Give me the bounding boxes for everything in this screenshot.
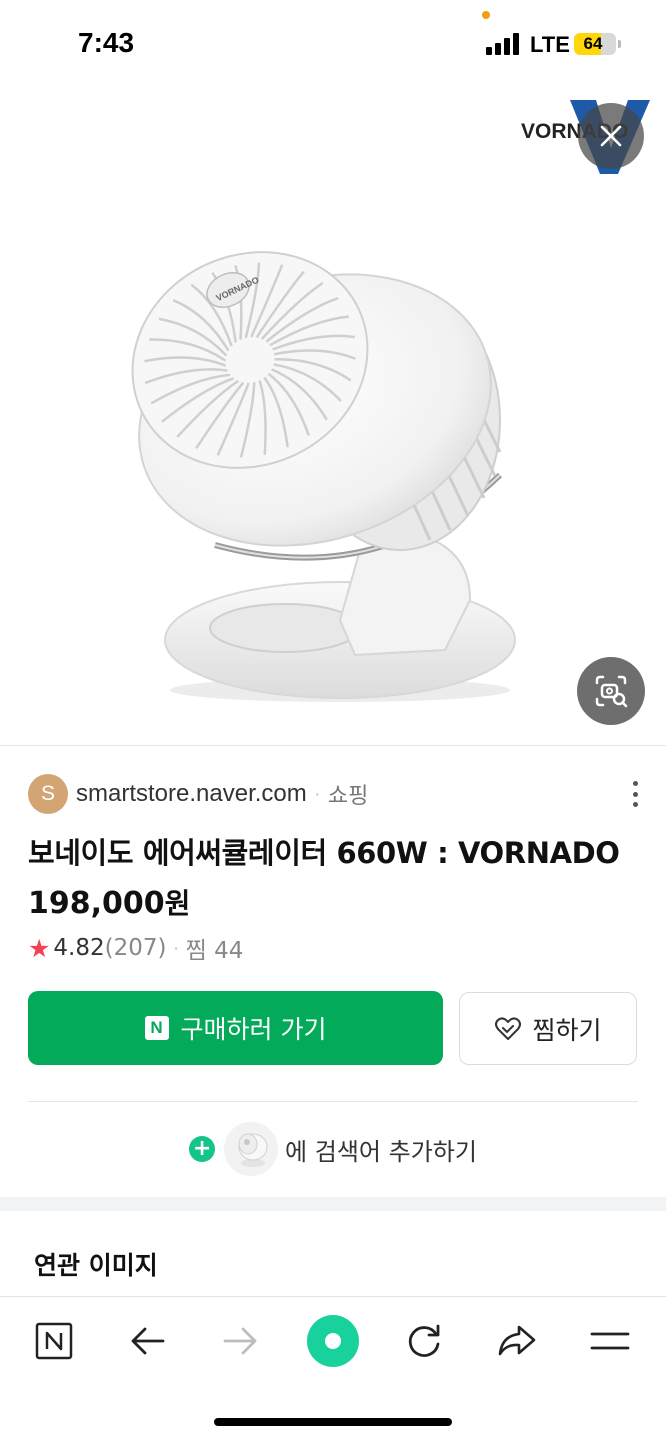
related-images-title: 연관 이미지 xyxy=(34,1251,158,1280)
add-search-term-button[interactable]: + 에 검색어 추가하기 xyxy=(0,1122,666,1176)
wish-button-label: 찜하기 xyxy=(532,1015,602,1045)
source-row[interactable]: S smartstore.naver.com · 쇼핑 xyxy=(28,773,368,815)
product-title[interactable]: 보네이도 에어써큘레이터 660W : VORNADO xyxy=(28,830,620,872)
home-indicator[interactable] xyxy=(214,1418,452,1426)
source-separator: · xyxy=(314,784,320,804)
green-dot-icon xyxy=(307,1315,359,1367)
nav-forward[interactable] xyxy=(210,1311,270,1371)
status-bar: 7:43 LTE 64 xyxy=(0,0,666,80)
nav-menu[interactable] xyxy=(580,1311,640,1371)
network-type: LTE xyxy=(530,32,570,57)
source-category: 쇼핑 xyxy=(327,784,369,809)
battery-level: 64 xyxy=(583,34,603,53)
nav-share[interactable] xyxy=(487,1311,547,1371)
review-count: (207) xyxy=(104,935,167,961)
close-icon xyxy=(600,125,622,147)
rating-row: ★ 4.82 (207) · 찜 44 xyxy=(28,931,243,965)
more-dot xyxy=(632,802,638,807)
back-icon xyxy=(131,1327,165,1355)
price-unit: 원 xyxy=(164,887,191,920)
product-fan-image: VORNADO xyxy=(131,251,516,702)
status-time: 7:43 xyxy=(78,27,135,58)
nav-refresh[interactable] xyxy=(394,1311,454,1371)
buy-button-label: 구매하러 가기 xyxy=(180,1015,327,1044)
refresh-icon xyxy=(408,1324,440,1357)
plus-icon: + xyxy=(189,1136,216,1162)
nav-naver-home[interactable] xyxy=(24,1311,84,1371)
battery-nub xyxy=(618,40,621,48)
nav-green-dot[interactable] xyxy=(303,1311,363,1371)
naver-home-icon xyxy=(35,1322,73,1360)
cellular-signal-icon xyxy=(486,33,522,55)
add-search-label: 에 검색어 추가하기 xyxy=(285,1137,477,1166)
product-image-viewer[interactable]: VORNADO VORNADO xyxy=(0,80,666,745)
battery-icon: 64 xyxy=(574,33,616,55)
price: 198,000 원 xyxy=(28,882,190,922)
more-dot xyxy=(632,781,638,786)
naver-pay-icon: N xyxy=(144,1016,169,1040)
forward-icon xyxy=(223,1327,257,1355)
more-options-button[interactable] xyxy=(620,778,650,810)
heart-check-icon xyxy=(495,1016,522,1040)
image-search-button[interactable] xyxy=(577,657,645,725)
section-gap xyxy=(0,1197,666,1211)
buy-button[interactable]: N 구매하러 가기 xyxy=(28,991,443,1065)
share-icon xyxy=(498,1325,536,1356)
price-value: 198,000 xyxy=(28,886,165,921)
source-domain[interactable]: smartstore.naver.com xyxy=(76,780,307,808)
star-icon: ★ xyxy=(28,933,51,963)
divider xyxy=(28,1101,638,1102)
privacy-indicator-dot xyxy=(482,11,490,19)
nav-back[interactable] xyxy=(118,1311,178,1371)
image-search-icon xyxy=(595,675,628,708)
wish-button[interactable]: 찜하기 xyxy=(459,992,637,1065)
menu-icon xyxy=(590,1332,630,1350)
rating-value: 4.82 xyxy=(53,935,105,961)
divider xyxy=(0,745,666,746)
rating-separator: · xyxy=(173,938,179,958)
more-dot xyxy=(632,791,638,797)
wish-count: 찜 44 xyxy=(185,938,244,964)
search-image-thumbnail xyxy=(224,1122,279,1176)
close-button[interactable] xyxy=(578,103,644,169)
source-avatar: S xyxy=(28,774,68,814)
